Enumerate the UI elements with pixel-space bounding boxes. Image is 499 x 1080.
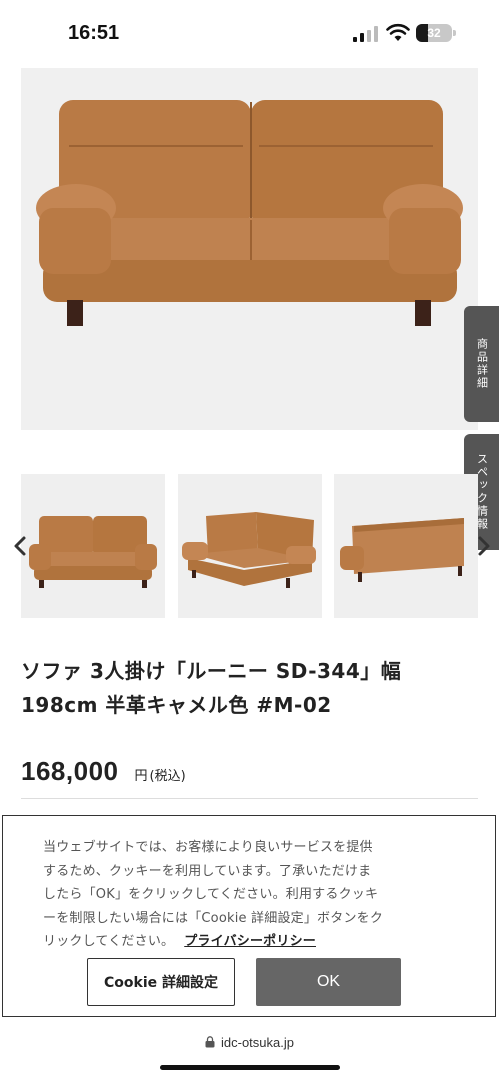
product-title: ソファ 3人掛け「ルーニー SD-344」幅 198cm 半革キャメル色 #M-… bbox=[21, 654, 461, 722]
cookie-settings-button[interactable]: Cookie 詳細設定 bbox=[87, 958, 235, 1006]
cookie-message-last-line: リックしてください。 プライバシーポリシー bbox=[43, 930, 439, 954]
cookie-message-line: するため、クッキーを利用しています。了承いただけま bbox=[43, 863, 372, 879]
lock-icon bbox=[205, 1036, 215, 1048]
battery-icon: 32 bbox=[416, 24, 456, 42]
cookie-message-line: ーを制限したい場合には「Cookie 詳細設定」ボタンをク bbox=[43, 910, 384, 926]
privacy-policy-link[interactable]: プライバシーポリシー bbox=[184, 934, 316, 949]
thumbnail-back[interactable] bbox=[334, 474, 478, 618]
thumbnail-carousel bbox=[0, 472, 499, 620]
divider bbox=[21, 798, 478, 799]
browser-url-bar[interactable]: idc-otsuka.jp bbox=[0, 1028, 499, 1056]
carousel-next-arrow-icon[interactable] bbox=[474, 532, 494, 560]
home-indicator[interactable] bbox=[160, 1065, 340, 1070]
sofa-angled-thumbnail-icon bbox=[178, 474, 322, 618]
product-price: 168,000 円 (税込) bbox=[21, 756, 186, 787]
thumbnail-front[interactable] bbox=[21, 474, 165, 618]
wifi-icon bbox=[386, 23, 410, 41]
thumbnail-angled[interactable] bbox=[178, 474, 322, 618]
cookie-message-line: 当ウェブサイトでは、お客様により良いサービスを提供 bbox=[43, 840, 373, 855]
price-value: 168,000 bbox=[21, 756, 119, 786]
cookie-message: 当ウェブサイトでは、お客様により良いサービスを提供 するため、クッキーを利用して… bbox=[43, 836, 439, 954]
url-domain: idc-otsuka.jp bbox=[221, 1034, 294, 1050]
sofa-front-thumbnail-icon bbox=[21, 474, 165, 618]
main-product-image[interactable] bbox=[21, 68, 478, 430]
sofa-back-thumbnail-icon bbox=[334, 474, 478, 618]
price-tax-note: (税込) bbox=[149, 769, 186, 784]
price-currency: 円 bbox=[134, 769, 148, 784]
cookie-message-line: したら「OK」をクリックしてください。利用するクッキ bbox=[43, 887, 379, 902]
carousel-prev-arrow-icon[interactable] bbox=[10, 532, 30, 560]
cookie-ok-button[interactable]: OK bbox=[256, 958, 401, 1006]
sofa-front-photo-icon bbox=[21, 68, 478, 430]
tab-product-details-label: 商品詳細 bbox=[475, 338, 489, 390]
battery-level: 32 bbox=[427, 26, 441, 40]
cookie-message-line: リックしてください。 bbox=[43, 934, 175, 949]
product-title-line1: ソファ 3人掛け「ルーニー SD-344」幅 bbox=[21, 659, 402, 683]
status-bar: 16:51 32 bbox=[0, 0, 499, 64]
cookie-consent-banner: 当ウェブサイトでは、お客様により良いサービスを提供 するため、クッキーを利用して… bbox=[2, 815, 496, 1017]
status-time: 16:51 bbox=[68, 22, 120, 44]
tab-product-details[interactable]: 商品詳細 bbox=[464, 306, 499, 422]
cellular-signal-icon bbox=[353, 26, 378, 42]
product-title-line2: 198cm 半革キャメル色 #M-02 bbox=[21, 693, 332, 717]
